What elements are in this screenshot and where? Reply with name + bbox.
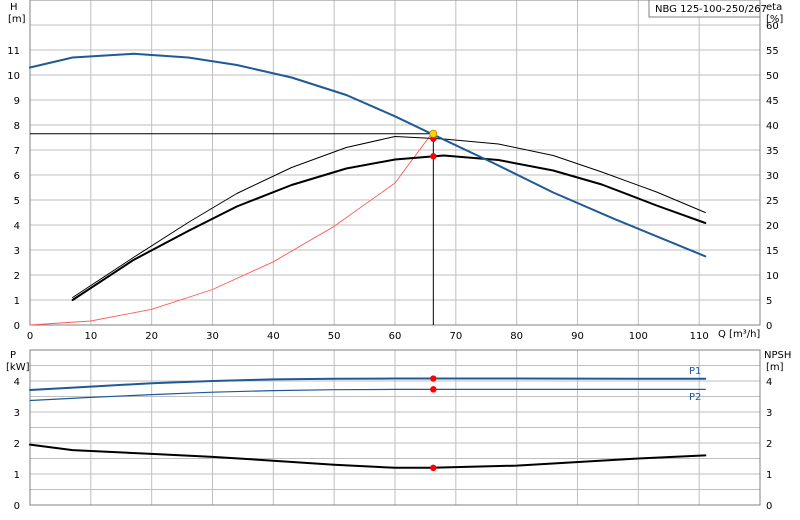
npsh-axis-label: NPSH bbox=[764, 350, 791, 361]
bottom-chart-tick-labels: 0 1 2 3 4 0 1 2 3 4 bbox=[14, 377, 773, 512]
q-tick-label: 60 bbox=[389, 331, 402, 342]
duty-point-marker bbox=[429, 129, 438, 138]
h-tick-label: 1 bbox=[14, 296, 20, 307]
pump-performance-chart: 0 10 20 30 40 50 60 70 80 90 100 110012345678910110… bbox=[6, 0, 791, 512]
q-tick-label: 90 bbox=[571, 331, 584, 342]
eta-tick-label: 45 bbox=[766, 96, 779, 107]
q-tick-label: 0 bbox=[27, 331, 33, 342]
bottom-chart-series bbox=[29, 375, 707, 471]
p-tick-label: 0 bbox=[14, 501, 20, 512]
h-tick-label: 10 bbox=[7, 71, 20, 82]
q-tick-label: 80 bbox=[510, 331, 523, 342]
eta-tick-label: 50 bbox=[766, 71, 779, 82]
p-axis-label: P bbox=[10, 350, 16, 361]
bottom-chart-grid bbox=[30, 350, 760, 505]
system-curve-line bbox=[29, 133, 432, 326]
npsh-tick-label: 2 bbox=[766, 439, 772, 450]
top-chart-series bbox=[29, 52, 707, 326]
npsh-curve-line bbox=[29, 443, 707, 469]
eta-tick-label: 30 bbox=[766, 171, 779, 182]
h-axis-unit: [m] bbox=[8, 14, 26, 25]
h-tick-label: 7 bbox=[14, 146, 20, 157]
h-tick-label: 4 bbox=[14, 221, 20, 232]
q-tick-label: 70 bbox=[449, 331, 462, 342]
eta-tick-label: 5 bbox=[766, 296, 772, 307]
h-tick-label: 2 bbox=[14, 271, 20, 282]
p-tick-label: 4 bbox=[14, 377, 20, 388]
h-tick-label: 6 bbox=[14, 171, 20, 182]
eta-tick-label: 35 bbox=[766, 146, 779, 157]
h-axis-label: H bbox=[10, 2, 18, 13]
h-tick-label: 3 bbox=[14, 246, 20, 257]
efficiency-curve-line bbox=[71, 154, 707, 301]
npsh-tick-label: 3 bbox=[766, 408, 772, 419]
h-tick-label: 11 bbox=[7, 46, 20, 57]
head-curve-line bbox=[29, 52, 707, 258]
eta-axis-label: eta bbox=[766, 2, 782, 13]
p1-curve-line bbox=[29, 377, 707, 391]
h-tick-label: 5 bbox=[14, 196, 20, 207]
eta-tick-label: 20 bbox=[766, 221, 779, 232]
p-tick-label: 3 bbox=[14, 408, 20, 419]
h-tick-label: 8 bbox=[14, 121, 20, 132]
operating-point-marker bbox=[430, 153, 437, 160]
q-tick-label: 30 bbox=[206, 331, 219, 342]
q-tick-label: 40 bbox=[267, 331, 280, 342]
chart-title: NBG 125-100-250/267 bbox=[655, 4, 767, 15]
operating-point-marker bbox=[430, 375, 437, 382]
eta-axis-unit: [%] bbox=[766, 14, 783, 25]
eta-tick-label: 15 bbox=[766, 246, 779, 257]
p-tick-label: 1 bbox=[14, 470, 20, 481]
top-chart-grid bbox=[30, 0, 760, 325]
operating-point-marker bbox=[430, 464, 437, 471]
eta-tick-label: 0 bbox=[766, 321, 772, 332]
p2-curve-line bbox=[29, 388, 706, 402]
npsh-tick-label: 0 bbox=[766, 501, 772, 512]
npsh-tick-label: 4 bbox=[766, 377, 772, 388]
top-chart-tick-labels: 0 10 20 30 40 50 60 70 80 90 100 110012345678910110… bbox=[7, 21, 778, 342]
npsh-axis-unit: [m] bbox=[766, 362, 784, 373]
q-tick-label: 20 bbox=[145, 331, 158, 342]
p2-series-label: P2 bbox=[689, 392, 701, 403]
eta-tick-label: 25 bbox=[766, 196, 779, 207]
operating-point-marker bbox=[430, 386, 437, 393]
q-tick-label: 100 bbox=[629, 331, 648, 342]
eta-tick-label: 40 bbox=[766, 121, 779, 132]
eta-tick-label: 10 bbox=[766, 271, 779, 282]
h-tick-label: 0 bbox=[14, 321, 20, 332]
h-tick-label: 9 bbox=[14, 96, 20, 107]
npsh-tick-label: 1 bbox=[766, 470, 772, 481]
p1-series-label: P1 bbox=[689, 366, 701, 377]
q-axis-label: Q [m³/h] bbox=[718, 329, 760, 340]
q-tick-label: 10 bbox=[84, 331, 97, 342]
q-tick-label: 50 bbox=[328, 331, 341, 342]
p-axis-unit: [kW] bbox=[6, 362, 30, 373]
q-tick-label: 110 bbox=[690, 331, 709, 342]
eta-tick-label: 55 bbox=[766, 46, 779, 57]
p-tick-label: 2 bbox=[14, 439, 20, 450]
